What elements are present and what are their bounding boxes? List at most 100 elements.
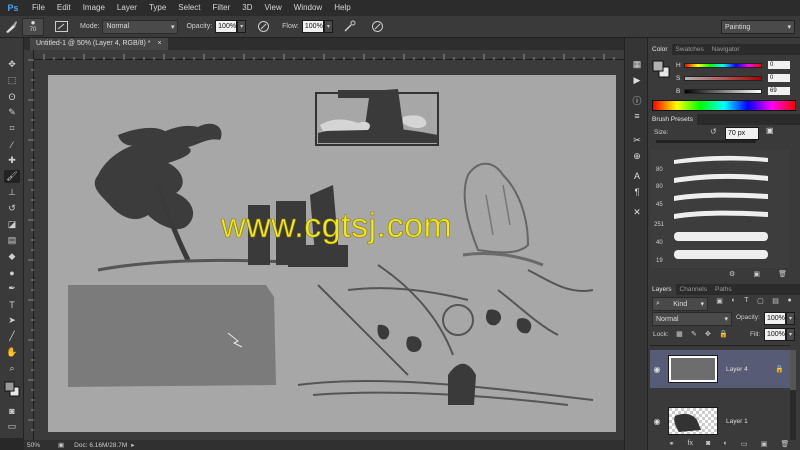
gradient-tool-icon[interactable]: ▤ xyxy=(4,234,20,247)
filter-toggle-icon[interactable]: ● xyxy=(787,297,791,309)
brush-preset-picker[interactable]: ● 70 xyxy=(22,17,44,36)
tab-brush-presets[interactable]: Brush Presets xyxy=(648,114,697,125)
eye-icon[interactable]: ◉ xyxy=(650,417,664,426)
pixel-filter-icon[interactable]: ▣ xyxy=(716,297,723,309)
tab-layers[interactable]: Layers xyxy=(648,284,676,295)
pen-tool-icon[interactable]: ✒ xyxy=(4,282,20,295)
color-spectrum-ramp[interactable] xyxy=(652,100,796,111)
tools-settings-icon[interactable]: ✕ xyxy=(631,206,643,218)
layer-mask-icon[interactable]: ◙ xyxy=(706,440,710,450)
brightness-track[interactable] xyxy=(684,88,762,94)
airbrush-icon[interactable] xyxy=(339,18,361,36)
clone-stamp-tool-icon[interactable]: ⊥ xyxy=(4,186,20,199)
menu-3d[interactable]: 3D xyxy=(236,0,258,16)
adjustment-layer-icon[interactable]: ◐ xyxy=(724,440,728,450)
fill-dropdown[interactable]: ▾ xyxy=(786,328,795,341)
brightness-slider[interactable]: B 69 xyxy=(676,87,796,95)
flow-field[interactable]: 100% xyxy=(301,20,324,33)
eraser-tool-icon[interactable]: ◪ xyxy=(4,218,20,231)
crop-tool-icon[interactable]: ⌗ xyxy=(4,122,20,135)
menu-image[interactable]: Image xyxy=(77,0,111,16)
paragraph-panel-icon[interactable]: ¶ xyxy=(631,186,643,198)
trash-icon[interactable]: 🗑 xyxy=(780,440,789,450)
shape-filter-icon[interactable]: ▢ xyxy=(757,297,764,309)
dodge-tool-icon[interactable]: ● xyxy=(4,266,20,279)
hand-tool-icon[interactable]: ✋ xyxy=(4,346,20,359)
zoom-readout[interactable]: 50% xyxy=(27,442,40,449)
hue-slider[interactable]: H 0 xyxy=(676,61,796,69)
lock-transparency-icon[interactable]: ▦ xyxy=(676,330,683,340)
actions-play-icon[interactable]: ▶ xyxy=(631,74,643,86)
layer-style-icon[interactable]: fx xyxy=(688,440,693,450)
smart-object-filter-icon[interactable]: ▤ xyxy=(772,297,779,309)
quick-mask-icon[interactable]: ◙ xyxy=(4,404,20,417)
document-tab[interactable]: Untitled-1 @ 50% (Layer 4, RGB/8) * × xyxy=(30,38,168,50)
brightness-value[interactable]: 69 xyxy=(768,87,790,95)
foreground-background-color-icon[interactable] xyxy=(4,380,20,398)
group-icon[interactable]: ▭ xyxy=(741,440,748,450)
new-preset-icon[interactable]: ▣ xyxy=(766,126,780,138)
horizontal-ruler[interactable] xyxy=(34,50,624,60)
menu-type[interactable]: Type xyxy=(143,0,172,16)
link-layers-icon[interactable]: ⚭ xyxy=(669,440,675,450)
hue-value[interactable]: 0 xyxy=(768,61,790,69)
brush-panel-icon[interactable]: ✂ xyxy=(631,134,643,146)
path-select-tool-icon[interactable]: ➤ xyxy=(4,314,20,327)
opacity-dropdown[interactable]: ▾ xyxy=(237,20,247,33)
document-canvas[interactable] xyxy=(48,75,616,432)
menu-select[interactable]: Select xyxy=(172,0,206,16)
menu-view[interactable]: View xyxy=(259,0,288,16)
reset-size-icon[interactable]: ↺ xyxy=(710,127,717,136)
close-icon[interactable]: × xyxy=(157,40,161,47)
menu-window[interactable]: Window xyxy=(288,0,328,16)
layer-filter-select[interactable]: ⌕ Kind ▾ xyxy=(652,297,708,311)
adjustment-filter-icon[interactable]: ◐ xyxy=(731,297,735,309)
tab-channels[interactable]: Channels xyxy=(676,284,711,295)
quick-select-tool-icon[interactable]: ✎ xyxy=(4,106,20,119)
type-filter-icon[interactable]: T xyxy=(744,297,748,309)
flow-dropdown[interactable]: ▾ xyxy=(323,20,333,33)
lasso-tool-icon[interactable]: ʘ xyxy=(4,90,20,103)
tab-navigator[interactable]: Navigator xyxy=(708,44,744,55)
marquee-tool-icon[interactable]: ⬚ xyxy=(4,74,20,87)
saturation-slider[interactable]: S 0 xyxy=(676,74,796,82)
new-brush-icon[interactable]: ▣ xyxy=(753,270,760,280)
document-info[interactable]: Doc: 6.16M/28.7M xyxy=(74,442,127,449)
opacity-field[interactable]: 100% xyxy=(215,20,238,33)
hue-track[interactable] xyxy=(684,62,762,68)
brush-size-slider[interactable] xyxy=(656,140,756,143)
layer-name[interactable]: Layer 1 xyxy=(726,418,748,425)
layers-scrollbar[interactable] xyxy=(790,350,796,440)
brush-panel-toggle-icon[interactable] xyxy=(50,18,72,36)
brush-preset-list[interactable] xyxy=(650,150,790,268)
blend-mode-select[interactable]: Normal ▾ xyxy=(652,312,732,326)
menu-filter[interactable]: Filter xyxy=(207,0,237,16)
move-tool-icon[interactable]: ✥ xyxy=(4,58,20,71)
tab-color[interactable]: Color xyxy=(648,44,672,55)
saturation-value[interactable]: 0 xyxy=(768,74,790,82)
info-panel-icon[interactable]: ⓘ xyxy=(631,94,643,106)
character-panel-icon[interactable]: A xyxy=(631,170,643,182)
history-panel-icon[interactable]: ▦ xyxy=(631,58,643,70)
menu-help[interactable]: Help xyxy=(328,0,356,16)
lock-pixels-icon[interactable]: ✎ xyxy=(691,330,697,340)
new-layer-icon[interactable]: ▣ xyxy=(761,440,768,450)
brush-tool-icon[interactable]: 🖌 xyxy=(4,170,20,183)
layer-name[interactable]: Layer 4 xyxy=(726,366,748,373)
healing-brush-tool-icon[interactable]: ✚ xyxy=(4,154,20,167)
layer-row-layer-4[interactable]: ◉ Layer 4 🔒 xyxy=(650,350,792,388)
brush-tool-preset-icon[interactable] xyxy=(0,18,22,36)
vertical-ruler[interactable] xyxy=(24,50,34,440)
pressure-size-icon[interactable] xyxy=(367,18,389,36)
menu-edit[interactable]: Edit xyxy=(51,0,77,16)
layer-opacity-field[interactable]: 100% xyxy=(764,312,786,325)
menu-layer[interactable]: Layer xyxy=(111,0,143,16)
brush-size-field[interactable]: 70 px xyxy=(725,127,759,140)
lock-all-icon[interactable]: 🔒 xyxy=(719,330,728,340)
eyedropper-tool-icon[interactable]: ⁄ xyxy=(4,138,20,151)
fill-field[interactable]: 100% xyxy=(764,328,786,341)
scrollbar-thumb[interactable] xyxy=(790,350,796,390)
tab-swatches[interactable]: Swatches xyxy=(672,44,708,55)
trash-icon[interactable]: 🗑 xyxy=(778,270,787,280)
color-swatch-pair[interactable] xyxy=(652,60,670,78)
